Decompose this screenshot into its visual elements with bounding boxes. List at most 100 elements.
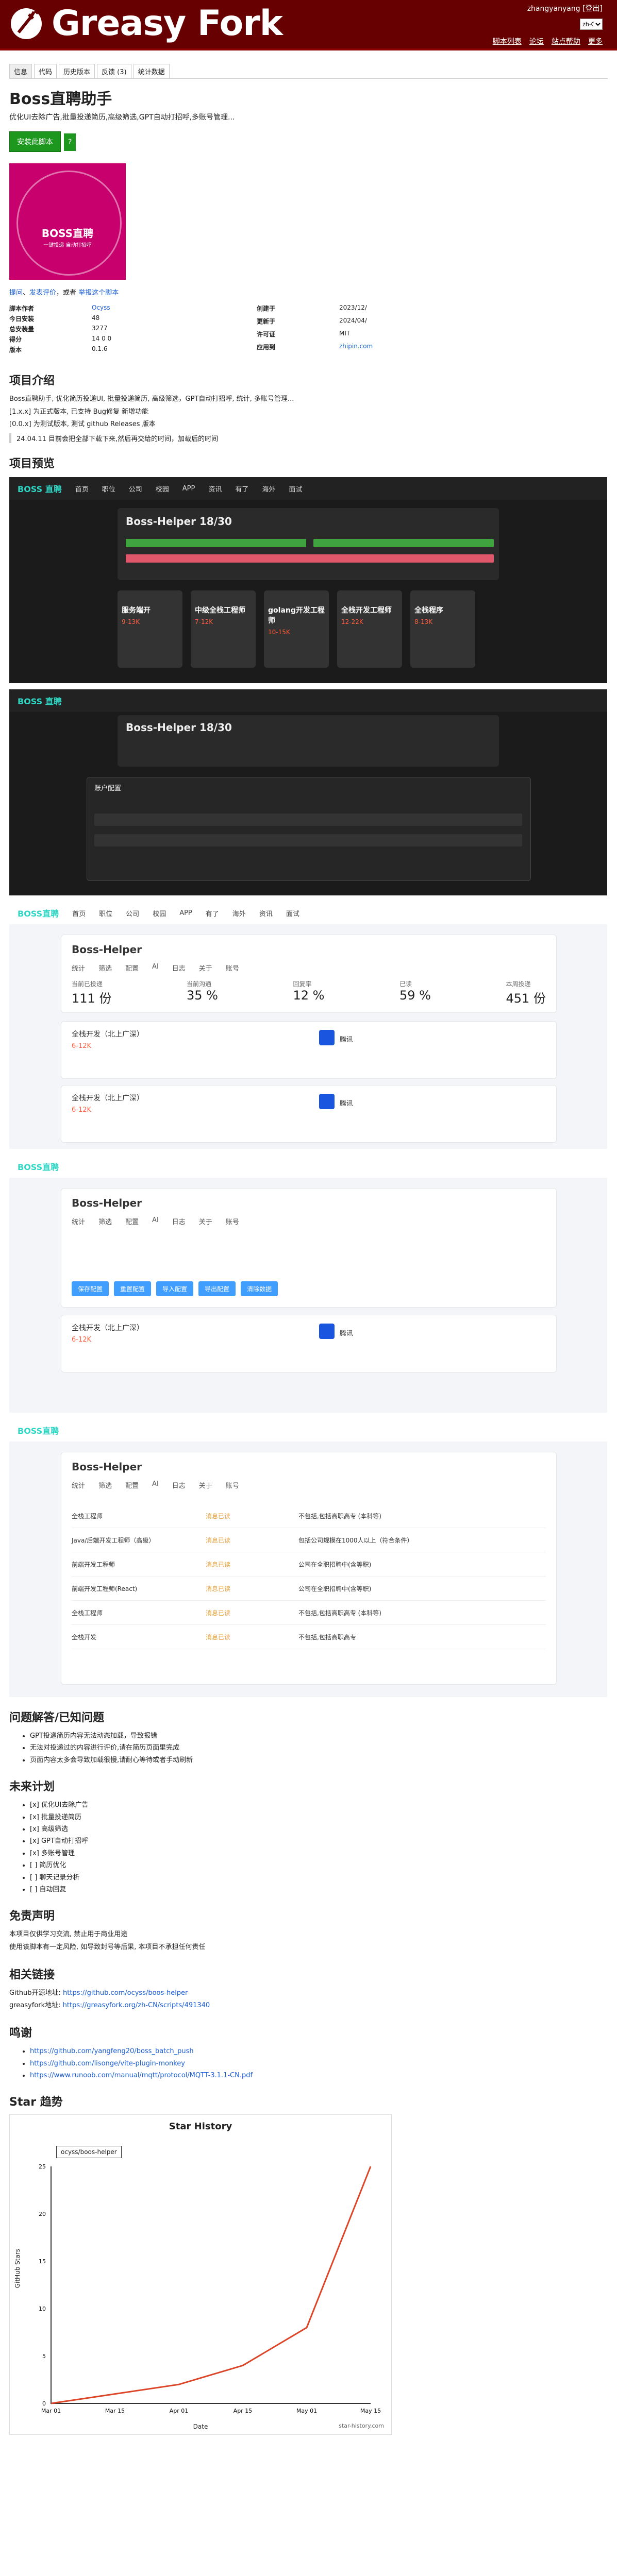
job-card[interactable]: 服务端开 9-13K (118, 590, 182, 668)
disclaimer-p1: 本项目仅供学习交流, 禁止用于商业用途 (9, 1930, 128, 1939)
log-row: Java/后端开发工程师（高级） 消息已读 包括公司规模在1000人以上（符合条件） (72, 1528, 546, 1553)
issues-list: GPT投递简历内容无法动态加载，导致报错 无法对投递过的内容进行评价,请在简历页… (9, 1730, 608, 1766)
script-description: 优化UI去除广告,批量投递简历,高级筛选,GPT自动打招呼,多账号管理... (9, 113, 235, 122)
save-config-button[interactable]: 保存配置 (72, 1281, 109, 1297)
nav-help[interactable]: 站点帮助 (552, 38, 580, 46)
chart-plot: Mar 01 Mar 15 Apr 01 Apr 15 May 01 May 15 0 5 10… (39, 2163, 381, 2414)
review-link[interactable]: 发表评价 (29, 289, 56, 297)
boss-nav-item[interactable]: 面试 (289, 484, 302, 494)
job-card[interactable]: 全栈程序 8-13K (410, 590, 475, 668)
report-link[interactable]: 举报这个脚本 (78, 289, 119, 297)
job-card[interactable]: 全栈开发工程师 12-22K (337, 590, 402, 668)
account-row[interactable] (94, 814, 522, 826)
log-row: 全栈工程师 消息已读 不包括,包括高职高专 (本科等) (72, 1601, 546, 1625)
boss-nav-item[interactable]: 资讯 (208, 484, 222, 494)
nav-scripts[interactable]: 脚本列表 (493, 38, 522, 46)
clear-data-button[interactable]: 清除数据 (241, 1281, 278, 1297)
thanks-list: https://github.com/yangfeng20/boss_batch… (9, 2045, 608, 2081)
greasy-fork-logo[interactable] (8, 4, 44, 43)
meta-value[interactable]: zhipin.com (339, 343, 473, 354)
log-status: 消息已读 (206, 1633, 231, 1641)
boss-nav-item[interactable]: 首页 (75, 484, 89, 494)
install-help-button[interactable]: ? (64, 133, 76, 151)
tab-code[interactable]: 代码 (34, 64, 57, 78)
meta-key: 更新于 (257, 318, 276, 325)
meta-value: 48 (92, 314, 100, 321)
x-tick-label: Apr 15 (234, 2408, 253, 2414)
config-buttons: 保存配置 重置配置 导入配置 导出配置 清除数据 (72, 1281, 278, 1297)
site-title[interactable]: Greasy Fork (52, 3, 283, 44)
log-row: 全栈工程师 消息已读 不包括,包括高职高专 (本科等) (72, 1504, 546, 1529)
log-reason: 不包括,包括高职高专 (298, 1633, 356, 1641)
nav-more[interactable]: 更多 (588, 38, 603, 46)
intro-p2: [1.x.x] 为正式版本, 已支持 Bug修复 新增功能 (9, 408, 149, 416)
boss-nav-item[interactable]: 海外 (262, 484, 275, 494)
progress-bar (313, 539, 494, 548)
boss-nav-item[interactable]: 职位 (102, 484, 115, 494)
y-tick-label: 15 (39, 2258, 46, 2265)
helper-panel-title: Boss-Helper 18/30 (126, 515, 232, 528)
tab-info[interactable]: 信息 (9, 64, 32, 78)
job-card[interactable]: 中级全栈工程师 7-12K (191, 590, 256, 668)
install-button[interactable]: 安装此脚本 (9, 131, 61, 152)
star-heading: Star 趋势 (9, 2096, 63, 2109)
log-job: 全栈工程师 (72, 1512, 103, 1520)
job-item[interactable]: 全栈开发（北上广深） 6-12K 腾讯 (61, 1085, 557, 1143)
boss-nav-item[interactable]: 校园 (156, 484, 169, 494)
progress-bar (126, 539, 306, 548)
logout-link[interactable]: 登出 (586, 5, 600, 13)
intro-quote: 24.04.11 目前会把全部下载下来,然后再交给的时间，加载后的时间 (9, 433, 608, 444)
helper-subtabs: 统计 筛选 配置 AI 日志 关于 账号 (72, 963, 239, 973)
company-logo-icon (319, 1030, 335, 1046)
log-reason: 公司在全职招聘中(含等职) (298, 1585, 372, 1592)
user-link[interactable]: zhangyanyang (527, 5, 580, 13)
language-select[interactable]: zh-CN (580, 19, 603, 30)
job-item[interactable]: 全栈开发（北上广深） 6-12K 腾讯 (61, 1021, 557, 1079)
stop-bar[interactable] (126, 554, 494, 563)
boss-brand: BOSS 直聘 (18, 484, 62, 495)
thanks-heading: 鸣谢 (9, 2027, 32, 2040)
thanks-link[interactable]: https://www.runoob.com/manual/mqtt/proto… (30, 2072, 253, 2079)
job-item[interactable]: 全栈开发（北上广深） 6-12K 腾讯 (61, 1315, 557, 1373)
intro-p1: Boss直聘助手, 优化简历投递UI, 批量投递简历, 高级筛选，GPT自动打招… (9, 395, 294, 403)
boss-topbar: BOSS直聘 (9, 1419, 607, 1442)
log-row: 全栈开发 消息已读 不包括,包括高职高专 (72, 1625, 546, 1650)
log-job: 前端开发工程师 (72, 1561, 115, 1568)
tab-feedback[interactable]: 反馈 (3) (97, 64, 131, 78)
log-row: 前端开发工程师 消息已读 公司在全职招聘中(含等职) (72, 1552, 546, 1577)
helper-log-panel: Boss-Helper 统计 筛选 配置 AI 日志 关于 账号 全栈工程师 消息已读 不包括,… (61, 1452, 557, 1685)
preview-screenshot-4: BOSS直聘 Boss-Helper 统计 筛选 配置 AI 日志 关于 账号 保存配置 重… (9, 1155, 607, 1413)
log-table: 全栈工程师 消息已读 不包括,包括高职高专 (本科等) Java/后端开发工程师（高级… (72, 1504, 546, 1650)
ask-link[interactable]: 提问 (9, 289, 23, 297)
helper-panel: Boss-Helper 18/30 (118, 508, 499, 581)
job-card[interactable]: golang开发工程师 10-15K (264, 590, 329, 668)
thanks-link[interactable]: https://github.com/lisonge/vite-plugin-m… (30, 2060, 185, 2067)
reset-config-button[interactable]: 重置配置 (114, 1281, 152, 1297)
boss-nav-item[interactable]: 公司 (129, 484, 142, 494)
preview-screenshot-3: BOSS直聘 首页 职位 公司 校园 APP 有了 海外 资讯 面试 Boss-… (9, 902, 607, 1149)
star-history-chart: Star History ocyss/boos-helper GitHub St… (9, 2114, 392, 2435)
github-link[interactable]: https://github.com/ocyss/boos-helper (63, 1989, 188, 1997)
log-job: 前端开发工程师(React) (72, 1585, 138, 1592)
preview-heading: 项目预览 (9, 457, 55, 471)
boss-topbar: BOSS 直聘 首页 职位 公司 校园 APP 资讯 有了 海外 面试 (9, 477, 607, 500)
series-line-boos-helper (51, 2166, 372, 2404)
import-config-button[interactable]: 导入配置 (156, 1281, 194, 1297)
thanks-link[interactable]: https://github.com/yangfeng20/boss_batch… (30, 2047, 194, 2055)
export-config-button[interactable]: 导出配置 (198, 1281, 236, 1297)
tab-versions[interactable]: 历史版本 (59, 64, 95, 78)
account-row[interactable] (94, 834, 522, 847)
boss-nav-item[interactable]: APP (182, 485, 195, 493)
script-tabs: 信息 代码 历史版本 反馈 (3) 统计数据 (9, 64, 608, 78)
tab-stats[interactable]: 统计数据 (133, 64, 170, 78)
helper-panel: Boss-Helper 18/30 (118, 715, 499, 767)
script-meta: 脚本作者 Ocyss 今日安装 48 总安装量 3277 得分 14 0 0 版本 0.1.6 创… (9, 297, 608, 360)
meta-key: 创建于 (257, 305, 276, 312)
meta-value[interactable]: Ocyss (92, 304, 226, 313)
greasyfork-link[interactable]: https://greasyfork.org/zh-CN/scripts/491… (63, 2002, 210, 2009)
meta-value: 2024/04/ (339, 317, 367, 324)
boss-nav-item[interactable]: 有了 (235, 484, 248, 494)
meta-key: 今日安装 (9, 315, 35, 323)
x-tick-label: Mar 01 (41, 2408, 61, 2414)
nav-forum[interactable]: 论坛 (529, 38, 544, 46)
